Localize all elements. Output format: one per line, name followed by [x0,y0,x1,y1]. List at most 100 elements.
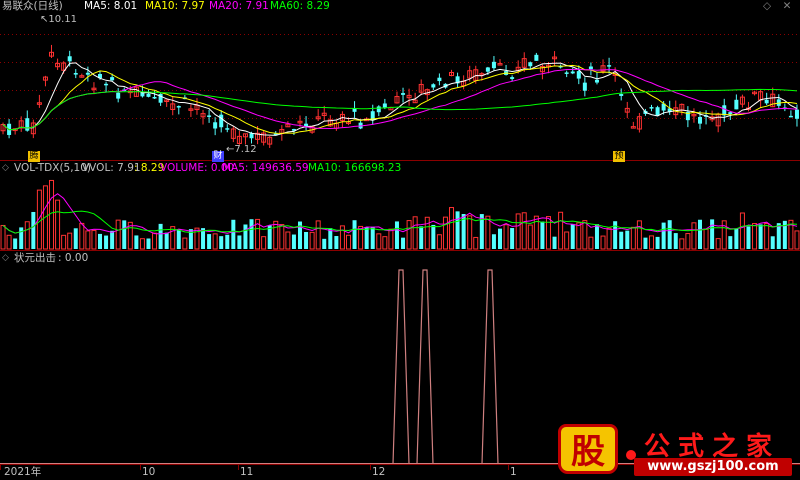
candle-body [152,96,157,99]
volume-bar [540,221,545,249]
candle-body [764,99,769,104]
volume-bar [170,226,176,250]
volume-bar [419,226,424,249]
candle-body [219,114,224,128]
signal-spike [392,269,410,465]
volume-bar [309,231,315,250]
volume-bar [770,236,775,249]
candle-body [431,84,436,88]
candle-body [588,66,593,70]
volume-bar [231,219,236,249]
volume-bar [152,232,158,250]
volume-bar [146,238,151,249]
volume-bar [406,220,412,250]
volume-bar [388,228,394,250]
volume-ma5-line [2,193,798,235]
volume-bar [225,234,230,249]
candle-body [376,106,381,113]
candle-body [25,118,30,131]
volume-bar [698,219,702,249]
volume-bar [31,211,36,249]
volume-bar [594,224,599,249]
candle-body [698,116,702,124]
candle-body [728,112,733,115]
volume-bar [237,235,242,249]
volume-bar [207,234,212,249]
event-marker[interactable]: 预 [613,151,625,162]
candle-body [437,77,442,82]
volume-bar [110,230,115,249]
volume-bar [401,237,406,249]
volume-bar [485,215,491,250]
volume-bar [249,219,254,249]
volume-bar [630,226,636,250]
low-price-annotation: ←7.12 [226,144,257,155]
volume-bar [758,224,763,249]
volume-bar [673,233,678,249]
ma20-line [2,68,798,131]
volume-bar [412,216,418,250]
volume-bar [176,229,181,249]
volume-bar [467,215,473,250]
volume-bar [491,234,496,249]
volume-bar [98,233,102,249]
volume-bar [679,238,685,250]
volume-bar [394,221,399,249]
candle-body [510,77,515,79]
candle-body [352,108,357,112]
candle-body [67,56,72,62]
volume-bar [752,223,758,250]
volume-bar [291,234,296,249]
candle-body [382,103,387,108]
volume-bar [424,216,430,250]
candle-body [607,65,612,67]
volume-bar [279,224,285,250]
candle-body [85,72,90,75]
candle-body [104,83,109,86]
x-axis-label: 1 [510,466,517,478]
event-marker[interactable]: 腾 [28,151,40,162]
volume-bar [212,233,218,250]
volume-bar [273,220,279,250]
volume-bar [655,236,660,249]
volume-bar [122,220,127,249]
volume-bar [558,211,564,250]
volume-bar [19,227,24,249]
volume-bar [710,219,715,249]
volume-bar [619,231,624,249]
volume-bar [345,234,351,250]
volume-bar [691,222,697,250]
volume-bar [158,223,163,249]
signal-spike [416,269,434,465]
volume-bar [364,226,369,249]
x-axis-label: 12 [372,466,386,478]
volume-bar [527,224,533,250]
candle-body [116,92,121,99]
candle-body [576,71,581,79]
volume-bar [376,233,382,250]
volume-bar [613,221,618,249]
volume-bar [73,228,78,249]
volume-bar [24,221,30,250]
stock-chart[interactable] [0,0,800,480]
volume-bar [0,224,6,250]
volume-bar [588,236,594,250]
volume-bar [304,231,309,249]
candle-body [73,73,78,75]
volume-bar [134,235,139,249]
volume-bar [667,220,672,249]
event-marker[interactable]: 财 [212,151,224,162]
ma10-line [2,64,798,134]
volume-bar [85,230,91,250]
watermark-url: www.gszj100.com [634,458,792,476]
volume-bar [322,238,327,249]
volume-bar [515,213,521,250]
volume-bar [600,235,606,250]
volume-bar [115,219,121,250]
volume-bar [55,199,61,250]
volume-bar [6,234,12,250]
volume-bar [455,211,460,249]
candle-body [594,79,599,83]
candle-body [110,77,115,81]
volume-bar [582,220,588,250]
